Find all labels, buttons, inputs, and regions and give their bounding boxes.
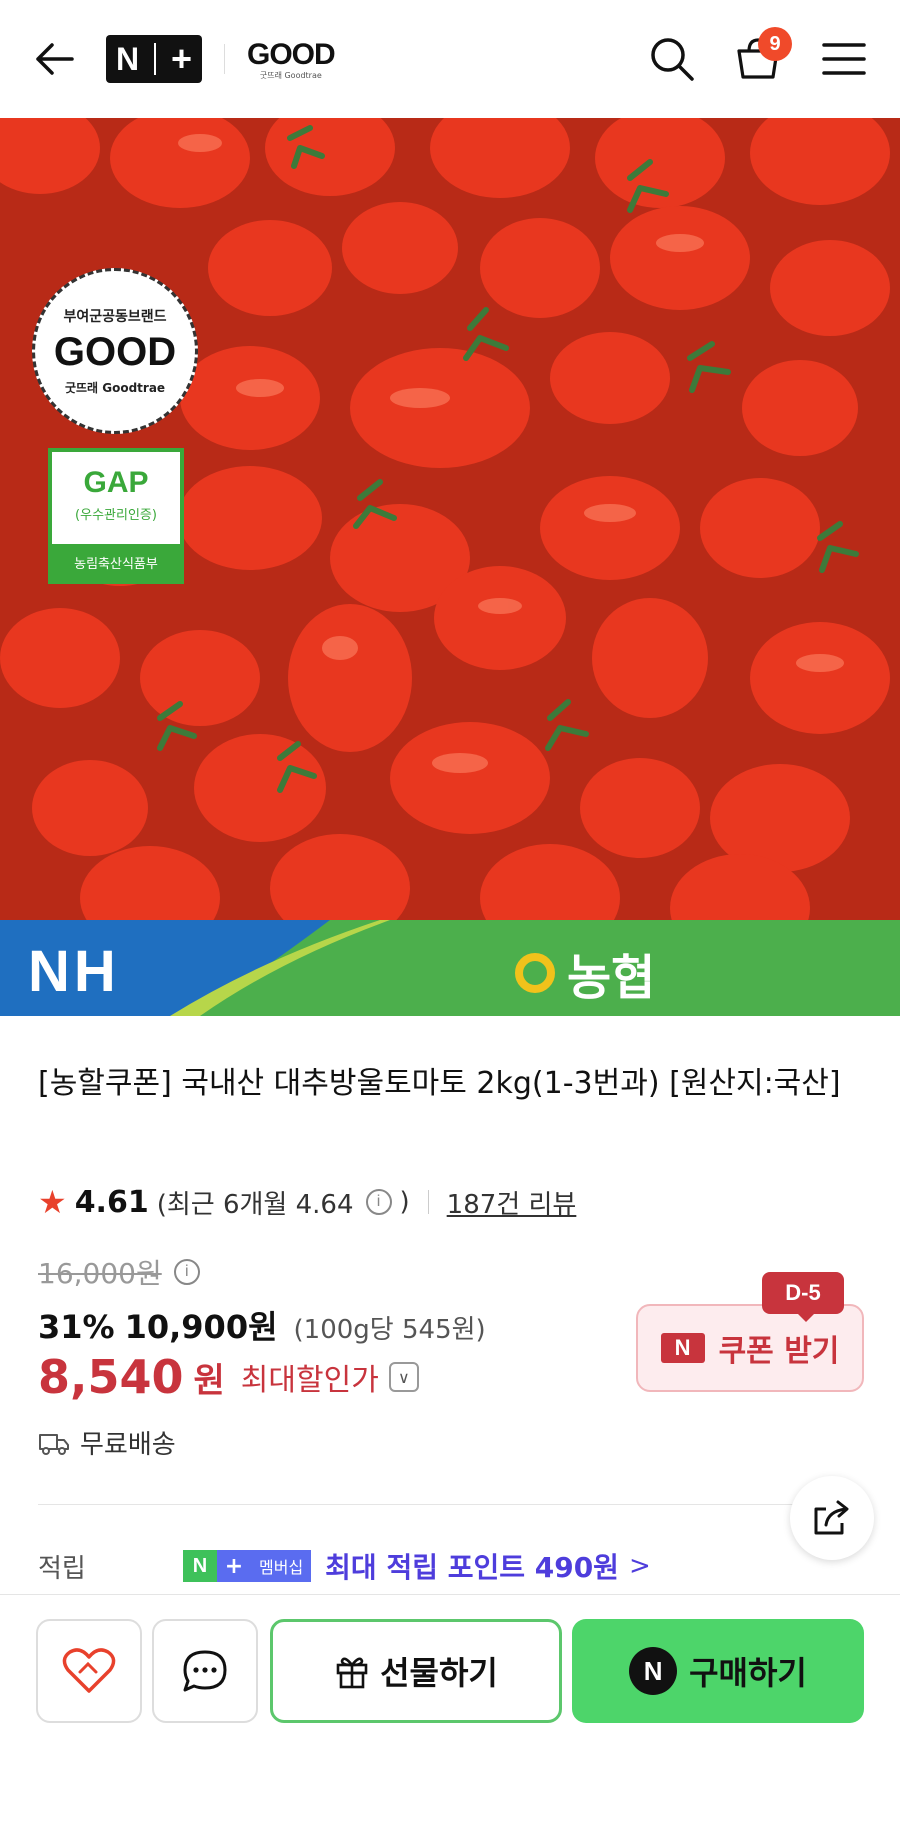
banner-swoosh <box>0 920 390 1016</box>
nh-nonghyup-banner: NH 농협 <box>0 920 900 1016</box>
product-image-cherry-tomatoes[interactable]: 부여군공동브랜드 GOOD 굿뜨래 Goodtrae GAP (우수관리인증) … <box>0 118 900 920</box>
section-divider <box>38 1504 862 1505</box>
header-actions: 9 <box>648 27 868 83</box>
heart-icon <box>62 1648 116 1693</box>
original-price: 16,000원 <box>38 1257 162 1290</box>
dday-badge: D-5 <box>762 1272 844 1322</box>
nplus-separator <box>154 43 157 75</box>
membership-plus-mark: + <box>217 1550 251 1582</box>
gap-certification-badge: GAP (우수관리인증) 농림축산식품부 <box>48 448 184 584</box>
sale-price: 10,900원 <box>124 1308 278 1346</box>
gift-button[interactable]: 선물하기 <box>270 1619 562 1723</box>
nh-logo-text: NH <box>28 939 120 1004</box>
nonghyup-symbol-icon <box>515 953 555 993</box>
wishlist-button[interactable] <box>36 1619 142 1723</box>
nonghyup-name: 농협 <box>515 938 655 1008</box>
max-discount-row: 8,540 원 최대할인가 ∨ <box>38 1350 419 1404</box>
original-price-row: 16,000원 i <box>38 1252 200 1292</box>
chat-bubble-icon <box>183 1650 227 1692</box>
membership-label: 멤버십 <box>251 1550 312 1582</box>
badge-logo-word: GOOD <box>53 330 177 374</box>
rating-divider <box>427 1190 429 1214</box>
recent-rating: (최근 6개월 4.64 <box>156 1189 354 1220</box>
nplus-plus-sign: + <box>170 38 192 79</box>
rating-row: ★ 4.61 (최근 6개월 4.64 i ) 187건 리뷰 <box>38 1183 576 1221</box>
delivery-text: 무료배송 <box>80 1430 176 1460</box>
chevron-right-icon: > <box>628 1551 651 1581</box>
max-discount-label: 최대할인가 <box>240 1363 379 1398</box>
goodtrae-brand-badge: 부여군공동브랜드 GOOD 굿뜨래 Goodtrae <box>32 268 198 434</box>
badge-bottom-text: 굿뜨래 Goodtrae <box>64 381 166 395</box>
menu-hamburger-icon[interactable] <box>820 35 868 83</box>
recent-rating-close: ) <box>399 1187 410 1217</box>
max-discount-currency: 원 <box>193 1360 225 1401</box>
nplus-store-logo[interactable]: N + <box>106 35 202 83</box>
search-icon[interactable] <box>648 35 696 83</box>
review-count-link[interactable]: 187건 리뷰 <box>447 1184 577 1221</box>
goodtrae-logo-word: GOOD <box>247 37 336 71</box>
truck-icon <box>39 1433 69 1455</box>
membership-n-mark: N <box>183 1550 217 1582</box>
gap-ministry-footer: 농림축산식품부 <box>52 544 180 580</box>
goodtrae-logo-sub: 굿뜨래 Goodtrae <box>259 70 322 80</box>
coupon-button-label: 쿠폰 받기 <box>718 1334 840 1369</box>
cart-count-badge: 9 <box>758 27 792 61</box>
price-info-icon[interactable]: i <box>173 1259 200 1285</box>
badge-top-text: 부여군공동브랜드 <box>63 309 167 325</box>
goodtrae-brand-logo[interactable]: GOOD 굿뜨래 Goodtrae <box>247 37 336 81</box>
bottom-action-bar: 선물하기 N 구매하기 <box>0 1594 900 1823</box>
rating-score: 4.61 <box>74 1184 149 1220</box>
buy-button[interactable]: N 구매하기 <box>572 1619 864 1723</box>
chevron-down-icon[interactable]: ∨ <box>388 1362 419 1392</box>
discount-price-row: 31% 10,900원 (100g당 545원) <box>38 1302 486 1348</box>
cart-icon[interactable]: 9 <box>734 27 792 83</box>
max-discount-price: 8,540 <box>38 1350 184 1404</box>
buy-button-label: 구매하기 <box>689 1654 807 1692</box>
max-points-text: 최대 적립 포인트 490원 <box>325 1551 619 1584</box>
points-row[interactable]: 적립 N + 멤버십 최대 적립 포인트 490원 > <box>38 1546 651 1586</box>
unit-price: (100g당 545원) <box>293 1315 486 1345</box>
delivery-info: 무료배송 <box>38 1424 176 1461</box>
naver-n-icon: N <box>660 1333 705 1363</box>
info-icon[interactable]: i <box>365 1189 392 1215</box>
chat-inquiry-button[interactable] <box>152 1619 258 1723</box>
naver-pay-n-icon: N <box>629 1647 678 1695</box>
nonghyup-name-text: 농협 <box>567 950 656 1006</box>
product-title: [농할쿠폰] 국내산 대추방울토마토 2kg(1-3번과) [원산지:국산] <box>38 1066 841 1101</box>
share-icon[interactable] <box>790 1476 874 1560</box>
star-icon: ★ <box>38 1183 67 1221</box>
gift-button-label: 선물하기 <box>380 1654 498 1692</box>
nplus-membership-badge: N + 멤버십 <box>183 1550 312 1582</box>
gap-title: GAP <box>83 466 149 499</box>
coupon-download-button[interactable]: N 쿠폰 받기 <box>636 1304 864 1392</box>
points-label: 적립 <box>38 1553 86 1584</box>
gift-icon <box>336 1657 368 1689</box>
header-divider <box>224 44 225 74</box>
gap-subtitle: (우수관리인증) <box>75 508 157 523</box>
back-arrow-icon[interactable] <box>32 37 76 81</box>
top-nav-bar: N + GOOD 굿뜨래 Goodtrae 9 <box>0 0 900 118</box>
discount-percent: 31% <box>38 1308 115 1346</box>
nplus-n-letter: N <box>116 40 140 77</box>
